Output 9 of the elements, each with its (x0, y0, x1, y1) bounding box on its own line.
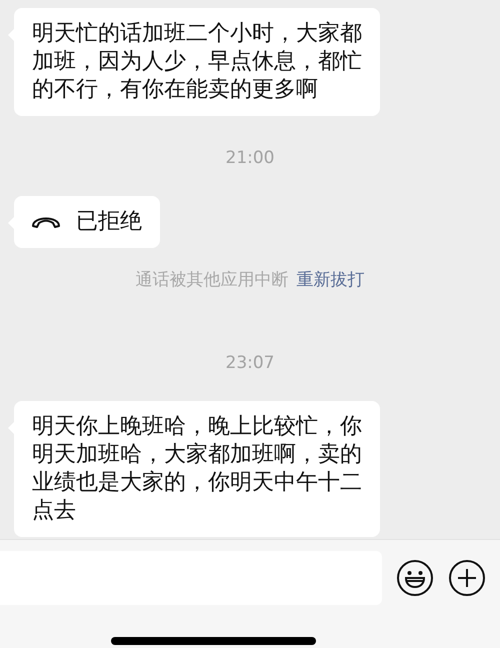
plus-icon[interactable] (448, 559, 486, 597)
redial-link[interactable]: 重新拔打 (296, 268, 364, 291)
timestamp: 23:07 (226, 353, 274, 373)
message-text: 明天你上晚班哈，晚上比较忙，你明天加班哈，大家都加班啊，卖的业绩也是大家的，你明天中午十二点去 (32, 413, 362, 525)
call-notice: 通话被其他应用中断 (136, 269, 288, 291)
timestamp: 21:00 (226, 148, 274, 168)
message-text: 明天忙的话加班二个小时，大家都加班，因为人少，早点休息，都忙的不行，有你在能卖的更多啊 (32, 20, 362, 104)
emoji-icon[interactable] (396, 559, 434, 597)
call-status: 已拒绝 (76, 208, 142, 236)
